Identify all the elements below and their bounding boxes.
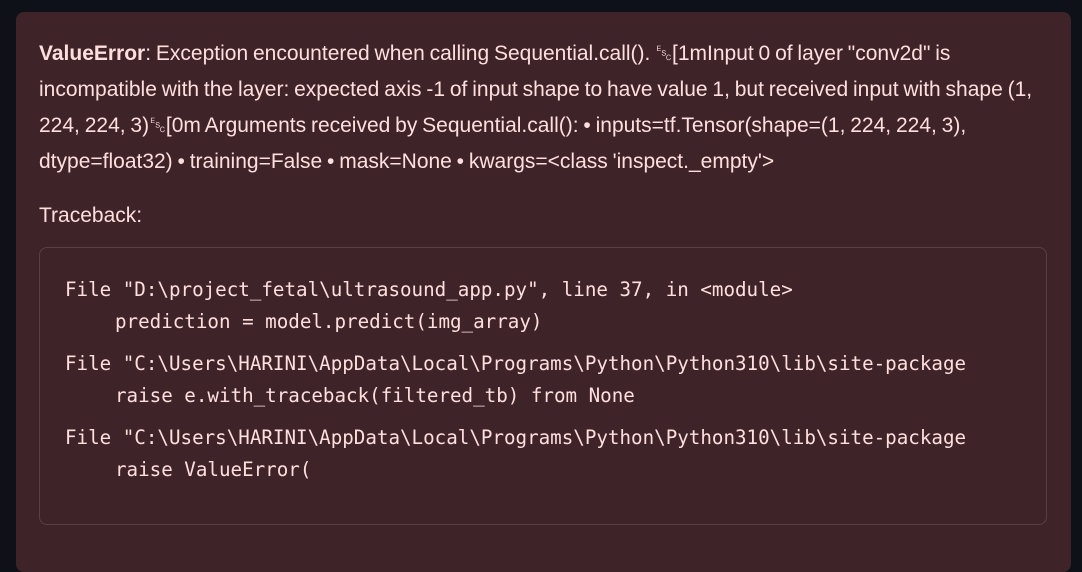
error-alert: ValueError: Exception encountered when c… xyxy=(16,12,1071,572)
error-message: ValueError: Exception encountered when c… xyxy=(39,36,1047,180)
traceback-code-line: prediction = model.predict(img_array) xyxy=(115,310,543,333)
traceback-code-line: raise e.with_traceback(filtered_tb) from… xyxy=(115,384,635,407)
error-message-text: : Exception encountered when calling Seq… xyxy=(39,42,1033,173)
traceback-file-line: File "D:\project_fetal\ultrasound_app.py… xyxy=(65,278,793,301)
traceback-frame: File "C:\Users\HARINI\AppData\Local\Prog… xyxy=(65,422,1046,486)
error-type: ValueError xyxy=(39,42,146,65)
traceback-frame: File "D:\project_fetal\ultrasound_app.py… xyxy=(65,274,1046,338)
traceback-code-line: raise ValueError( xyxy=(115,458,312,481)
traceback-label: Traceback: xyxy=(39,204,143,227)
traceback-box[interactable]: File "D:\project_fetal\ultrasound_app.py… xyxy=(39,247,1047,525)
traceback-file-line: File "C:\Users\HARINI\AppData\Local\Prog… xyxy=(65,426,967,449)
traceback-frame: File "C:\Users\HARINI\AppData\Local\Prog… xyxy=(65,348,1046,412)
traceback-file-line: File "C:\Users\HARINI\AppData\Local\Prog… xyxy=(65,352,967,375)
